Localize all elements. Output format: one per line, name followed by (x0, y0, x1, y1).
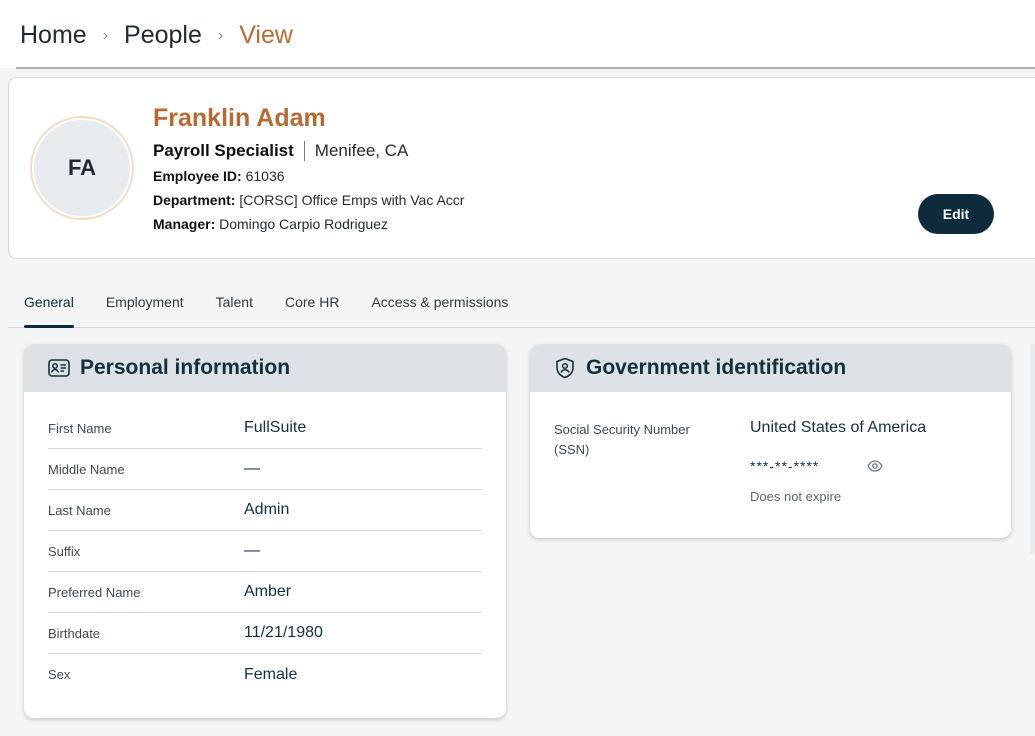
field-value: Amber (244, 583, 292, 600)
tab-employment[interactable]: Employment (106, 280, 184, 327)
field-value: Female (244, 665, 298, 683)
department-row: Department: [CORSC] Office Emps with Vac… (153, 192, 464, 208)
breadcrumb-separator: › (217, 27, 224, 44)
field-label: Sex (48, 667, 71, 682)
field-row-first-name: First Name FullSuite (48, 408, 482, 449)
breadcrumb-people[interactable]: People (124, 21, 202, 50)
manager-value: Domingo Carpio Rodriguez (219, 216, 388, 232)
tab-talent[interactable]: Talent (216, 280, 253, 327)
breadcrumb: Home › People › View (20, 18, 293, 52)
employee-id-row: Employee ID: 61036 (153, 168, 285, 184)
breadcrumb-separator: › (102, 27, 109, 44)
field-row-preferred-name: Preferred Name Amber (48, 572, 482, 613)
field-label: First Name (48, 420, 112, 436)
title-divider (303, 141, 305, 161)
tab-bar: General Employment Talent Core HR Access… (8, 280, 1035, 328)
location: Menifee, CA (314, 141, 409, 160)
manager-row: Manager: Domingo Carpio Rodriguez (153, 216, 388, 232)
id-card-icon (48, 357, 70, 379)
personal-information-header: Personal information (24, 344, 506, 392)
breadcrumb-home[interactable]: Home (20, 21, 87, 50)
ssn-masked-value: ***-**-**** (750, 458, 820, 474)
field-value: FullSuite (244, 419, 307, 436)
ssn-expiry: Does not expire (750, 489, 842, 504)
breadcrumb-current: View (239, 20, 293, 49)
government-identification-card: Government identification Social Securit… (530, 344, 1011, 538)
personal-information-card: Personal information First Name FullSuit… (24, 344, 506, 718)
job-title: Payroll Specialist (153, 141, 294, 160)
field-row-middle-name: Middle Name — (48, 449, 482, 490)
personal-information-list: First Name FullSuite Middle Name — Last … (24, 392, 506, 695)
field-label: Middle Name (48, 461, 125, 477)
field-row-last-name: Last Name Admin (48, 490, 482, 531)
avatar-ring: FA (30, 116, 134, 220)
field-row-sex: Sex Female (48, 654, 482, 695)
department-value: [CORSC] Office Emps with Vac Accr (239, 192, 465, 208)
edit-button[interactable]: Edit (918, 194, 994, 234)
avatar: FA (34, 120, 130, 216)
personal-information-title: Personal information (80, 356, 291, 379)
profile-card: FA Franklin Adam Payroll Specialist Meni… (8, 77, 1035, 259)
ssn-label: Social Security Number (SSN) (554, 422, 690, 457)
field-label: Birthdate (48, 625, 101, 641)
ssn-country: United States of America (750, 419, 927, 436)
employee-id-label: Employee ID: (153, 168, 242, 184)
field-row-birthdate: Birthdate 11/21/1980 (48, 613, 482, 654)
field-value: — (244, 460, 260, 477)
eye-icon[interactable] (867, 459, 883, 473)
tab-core-hr[interactable]: Core HR (285, 280, 339, 327)
manager-label: Manager: (153, 216, 216, 232)
government-identification-title: Government identification (586, 356, 847, 379)
offscreen-card-edge (1030, 344, 1035, 554)
employee-id-value: 61036 (245, 168, 285, 184)
field-label: Last Name (48, 502, 111, 518)
field-label: Suffix (48, 543, 81, 559)
department-label: Department: (153, 192, 236, 208)
tab-access-permissions[interactable]: Access & permissions (371, 280, 508, 327)
field-label: Preferred Name (48, 584, 141, 600)
shield-user-icon (554, 357, 576, 379)
field-value: — (244, 542, 260, 559)
field-value: 11/21/1980 (244, 624, 323, 641)
employee-name: Franklin Adam (153, 104, 326, 132)
tab-general[interactable]: General (24, 280, 74, 328)
field-row-suffix: Suffix — (48, 531, 482, 572)
title-row: Payroll Specialist Menifee, CA (153, 141, 408, 161)
government-identification-header: Government identification (530, 344, 1011, 392)
field-value: Admin (244, 501, 290, 518)
header-divider (16, 67, 1035, 69)
